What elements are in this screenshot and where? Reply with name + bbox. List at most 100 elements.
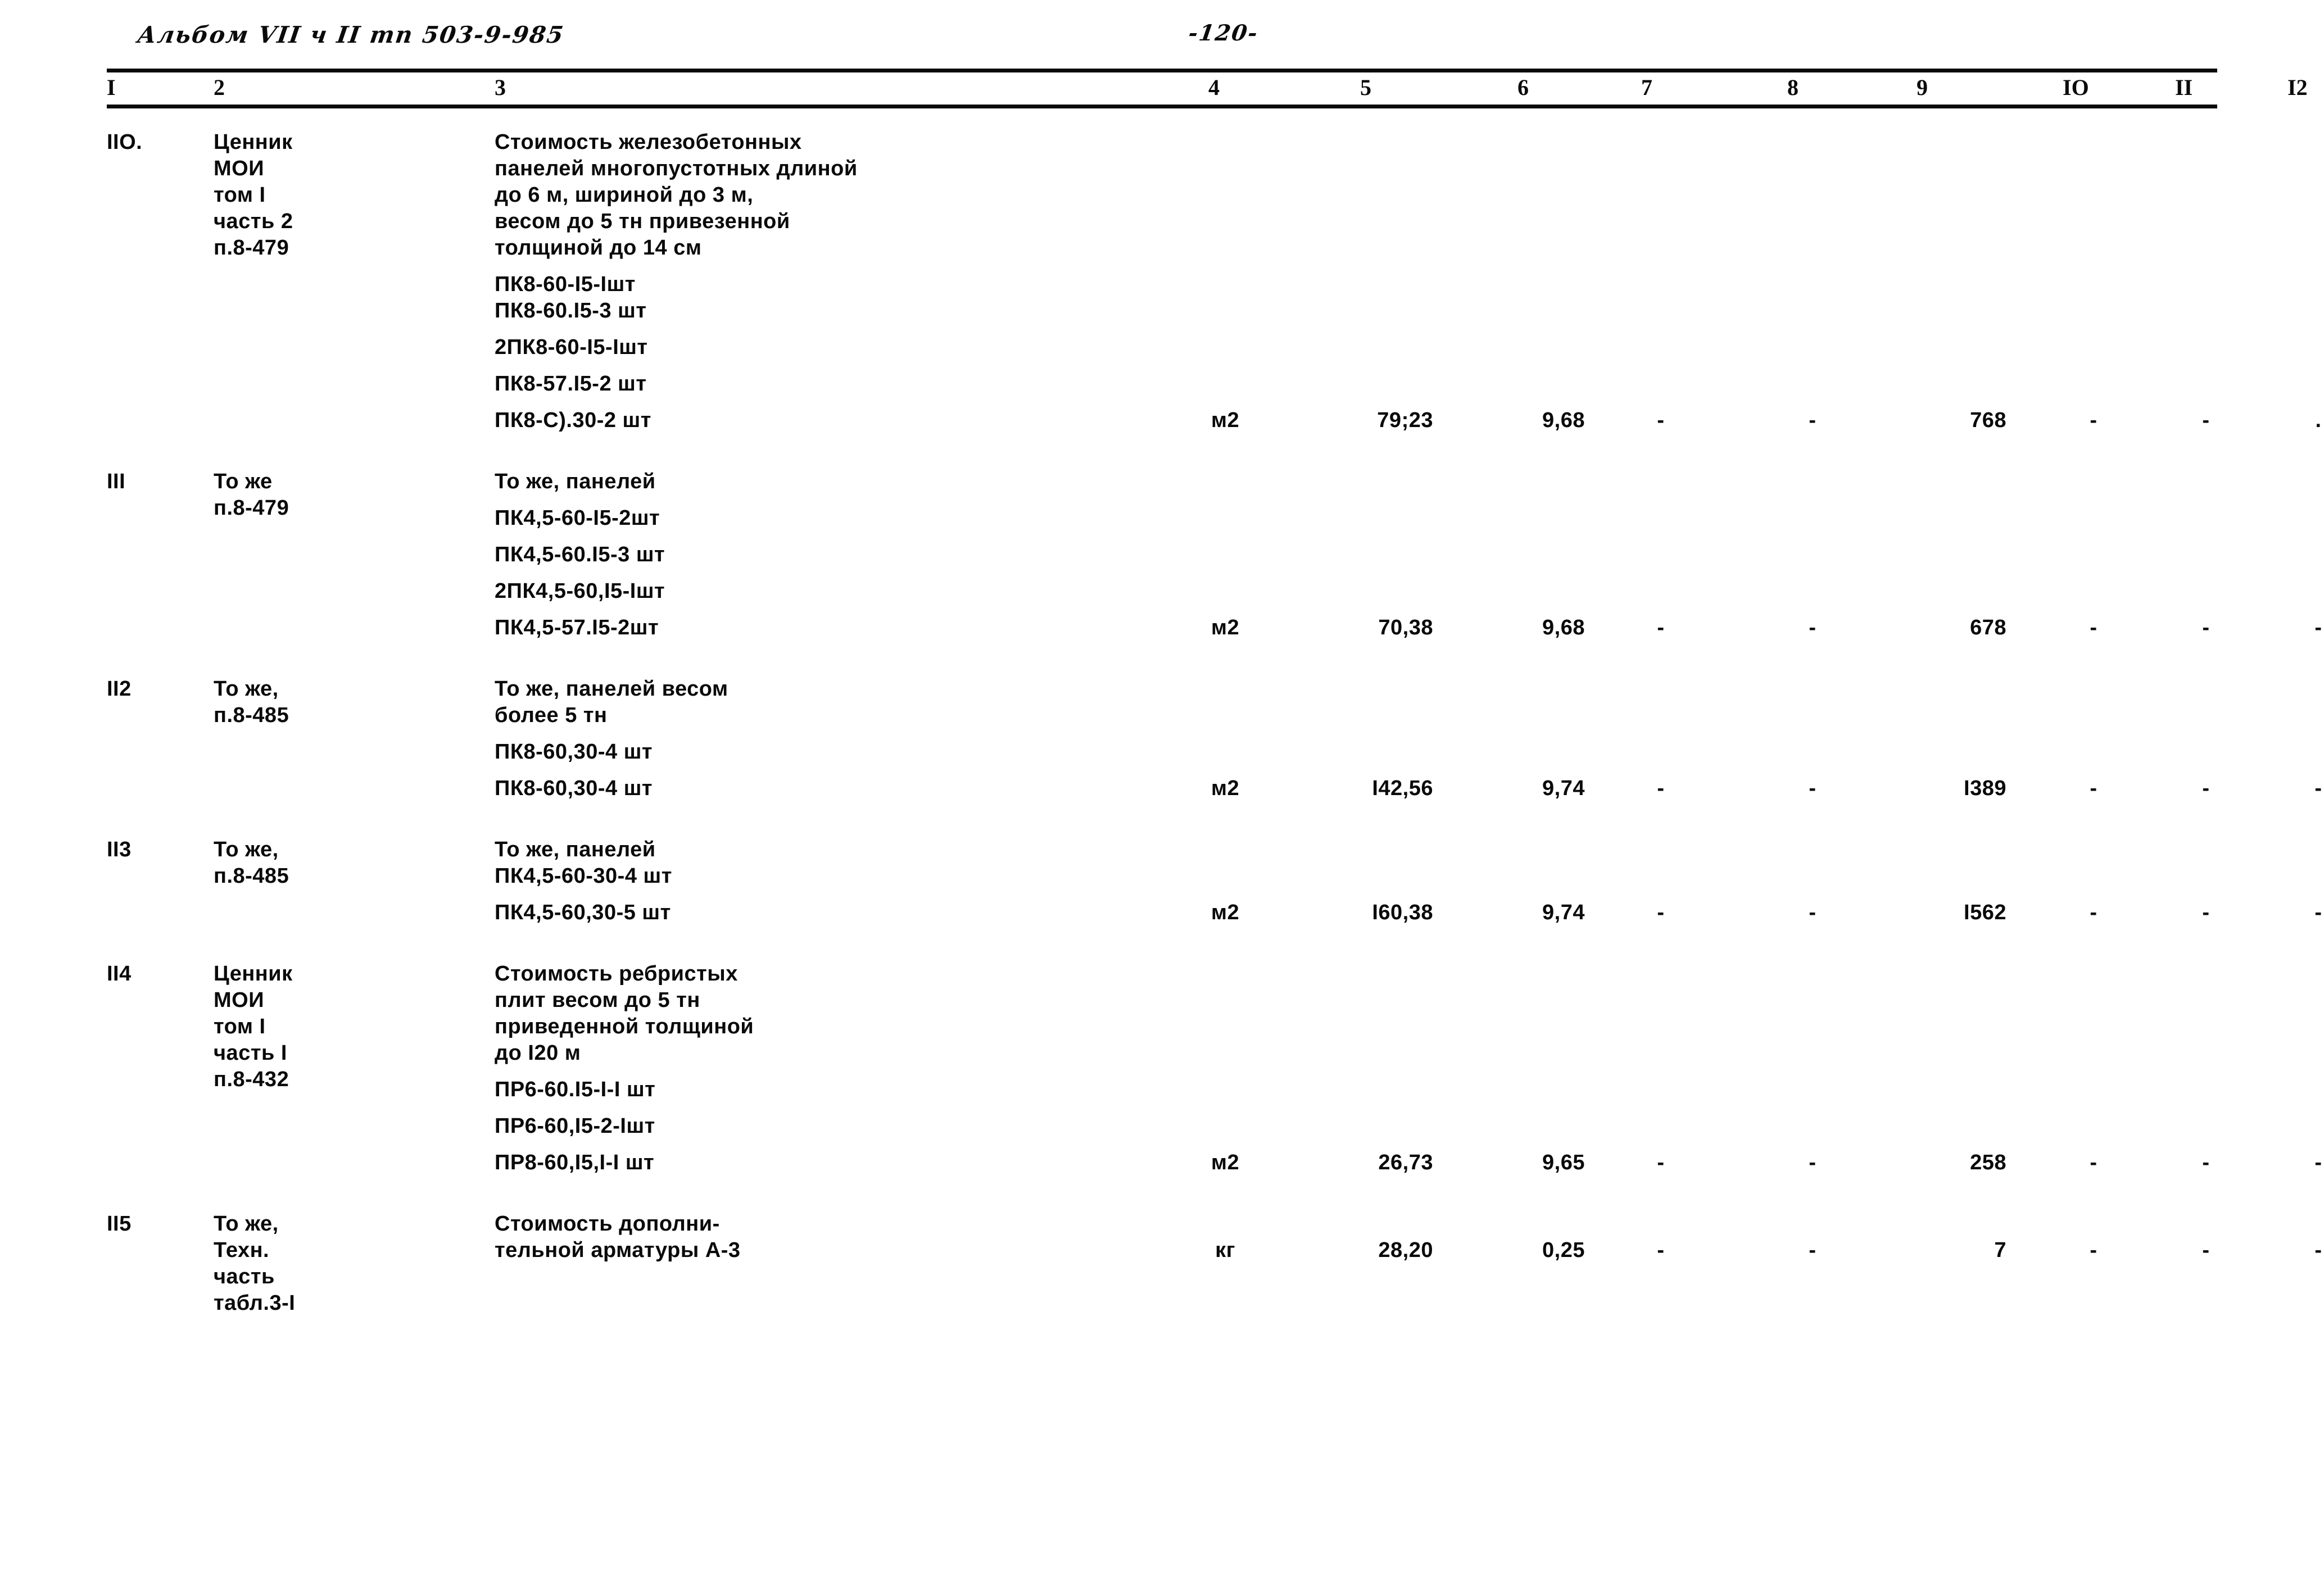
row-product-code: ПК4,5-60.I5-3 шт [495, 543, 665, 566]
column-number-6: 6 [1517, 75, 1529, 100]
row-description: То же, панелей [495, 470, 656, 493]
row-value-col6: 9,74 [1542, 901, 1585, 924]
row-product-code: ПК4,5-57.I5-2шт [495, 616, 659, 639]
row-value-col9: 768 [1970, 409, 2006, 432]
row-value-col10: - [2090, 777, 2098, 800]
table-row: III То же п.8-479 То же, панелей ПК4,5-60-I… [107, 469, 2322, 641]
row-value-col10: - [2090, 1151, 2098, 1174]
row-reference: То же, Техн. часть табл.3-I [214, 1212, 296, 1315]
column-number-9: 9 [1917, 75, 1928, 100]
column-number-8: 8 [1787, 75, 1799, 100]
row-value-col12: - [2314, 901, 2322, 924]
page-number: -120- [1186, 20, 1261, 46]
row-value-col5: I60,38 [1372, 901, 1433, 924]
row-value-col8: - [1809, 1238, 1816, 1262]
row-product-code: ПК8-С).30-2 шт [495, 409, 651, 432]
row-value-col11: - [2202, 409, 2210, 432]
table-row: II4 Ценник МОИ том I часть I п.8-432 Стоим… [107, 961, 2322, 1176]
row-value-col12: - [2314, 777, 2322, 800]
row-item-number: IIO. [107, 130, 143, 154]
column-number-10: IO [2063, 75, 2089, 100]
column-number-2: 2 [214, 75, 225, 100]
table-row: II5 То же, Техн. часть табл.3-I Стоимость … [107, 1211, 2322, 1317]
row-value-col12: - [2314, 1151, 2322, 1174]
row-value-col6: 0,25 [1542, 1238, 1585, 1262]
table-row: II3 То же, п.8-485 То же, панелей ПК4,5-60… [107, 837, 2322, 926]
row-value-col10: - [2090, 409, 2098, 432]
row-value-col8: - [1809, 1151, 1816, 1174]
table-header-rule [107, 105, 2217, 108]
column-number-1: I [107, 75, 116, 100]
row-product-code: ПК8-57.I5-2 шт [495, 372, 647, 396]
row-value-col5: 70,38 [1378, 616, 1433, 639]
column-number-3: 3 [495, 75, 506, 100]
row-value-col7: - [1657, 1238, 1665, 1262]
row-value-col6: 9,74 [1542, 777, 1585, 800]
row-value-col6: 9,68 [1542, 409, 1585, 432]
row-item-number: II3 [107, 838, 132, 861]
row-item-number: II2 [107, 677, 132, 701]
row-unit: м2 [1211, 1151, 1240, 1174]
row-value-col6: 9,65 [1542, 1151, 1585, 1174]
row-product-code: ПК4,5-60-I5-2шт [495, 506, 660, 530]
row-reference: То же, п.8-485 [214, 838, 289, 888]
row-value-col7: - [1657, 1151, 1665, 1174]
row-value-col10: - [2090, 1238, 2098, 1262]
row-value-col6: 9,68 [1542, 616, 1585, 639]
row-value-col8: - [1809, 777, 1816, 800]
row-value-col10: - [2090, 616, 2098, 639]
row-unit: кг [1215, 1238, 1235, 1262]
row-description: Стоимость дополни- тельной арматуры А-3 [495, 1212, 741, 1262]
row-product-code: 2ПК4,5-60,I5-Iшт [495, 579, 665, 603]
row-value-col5: 79;23 [1377, 409, 1433, 432]
row-value-col11: - [2202, 1238, 2210, 1262]
row-value-col5: 26,73 [1378, 1151, 1433, 1174]
row-product-code: ПК4,5-60,30-5 шт [495, 901, 671, 924]
row-product-code: ПР6-60.I5-I-I шт [495, 1078, 656, 1101]
row-product-code: ПК8-60,30-4 шт [495, 777, 653, 800]
row-value-col10: - [2090, 901, 2098, 924]
column-number-header: I 2 3 4 5 6 7 8 9 IO II I2 [107, 72, 2308, 103]
row-reference: Ценник МОИ том I часть I п.8-432 [214, 962, 293, 1091]
row-value-col8: - [1809, 616, 1816, 639]
row-value-col12: . [2315, 409, 2322, 432]
row-value-col9: I389 [1964, 777, 2006, 800]
table-row: II2 То же, п.8-485 То же, панелей весом бо… [107, 676, 2322, 802]
row-value-col11: - [2202, 901, 2210, 924]
row-value-col9: I562 [1964, 901, 2006, 924]
row-value-col11: - [2202, 616, 2210, 639]
row-item-number: III [107, 470, 126, 493]
row-value-col9: 258 [1970, 1151, 2006, 1174]
row-reference: То же п.8-479 [214, 470, 289, 520]
row-value-col9: 678 [1970, 616, 2006, 639]
row-value-col5: I42,56 [1372, 777, 1433, 800]
row-item-number: II4 [107, 962, 132, 986]
row-value-col12: - [2314, 1238, 2322, 1262]
column-number-11: II [2175, 75, 2193, 100]
row-description: Стоимость ребристых плит весом до 5 тн п… [495, 962, 754, 1065]
row-product-code: ПР8-60,I5,I-I шт [495, 1151, 655, 1174]
row-value-col7: - [1657, 616, 1665, 639]
row-value-col7: - [1657, 901, 1665, 924]
row-unit: м2 [1211, 616, 1240, 639]
row-description: То же, панелей весом более 5 тн [495, 677, 728, 727]
row-product-code: 2ПК8-60-I5-Iшт [495, 335, 648, 359]
row-value-col8: - [1809, 901, 1816, 924]
cost-estimate-table: IIO. Ценник МОИ том I часть 2 п.8-479 Стои… [107, 129, 2322, 1351]
row-value-col11: - [2202, 777, 2210, 800]
row-value-col7: - [1657, 777, 1665, 800]
row-value-col7: - [1657, 409, 1665, 432]
row-reference: То же, п.8-485 [214, 677, 289, 727]
row-unit: м2 [1211, 777, 1240, 800]
row-item-number: II5 [107, 1212, 132, 1236]
column-number-12: I2 [2287, 75, 2308, 100]
row-value-col12: - [2314, 616, 2322, 639]
column-number-5: 5 [1360, 75, 1371, 100]
row-unit: м2 [1211, 409, 1240, 432]
row-value-col5: 28,20 [1378, 1238, 1433, 1262]
row-product-code: ПК8-60,30-4 шт [495, 740, 653, 764]
row-value-col8: - [1809, 409, 1816, 432]
column-number-7: 7 [1641, 75, 1652, 100]
row-reference: Ценник МОИ том I часть 2 п.8-479 [214, 130, 293, 260]
album-annotation: Альбом VII ч II тп 503-9-985 [135, 21, 566, 48]
